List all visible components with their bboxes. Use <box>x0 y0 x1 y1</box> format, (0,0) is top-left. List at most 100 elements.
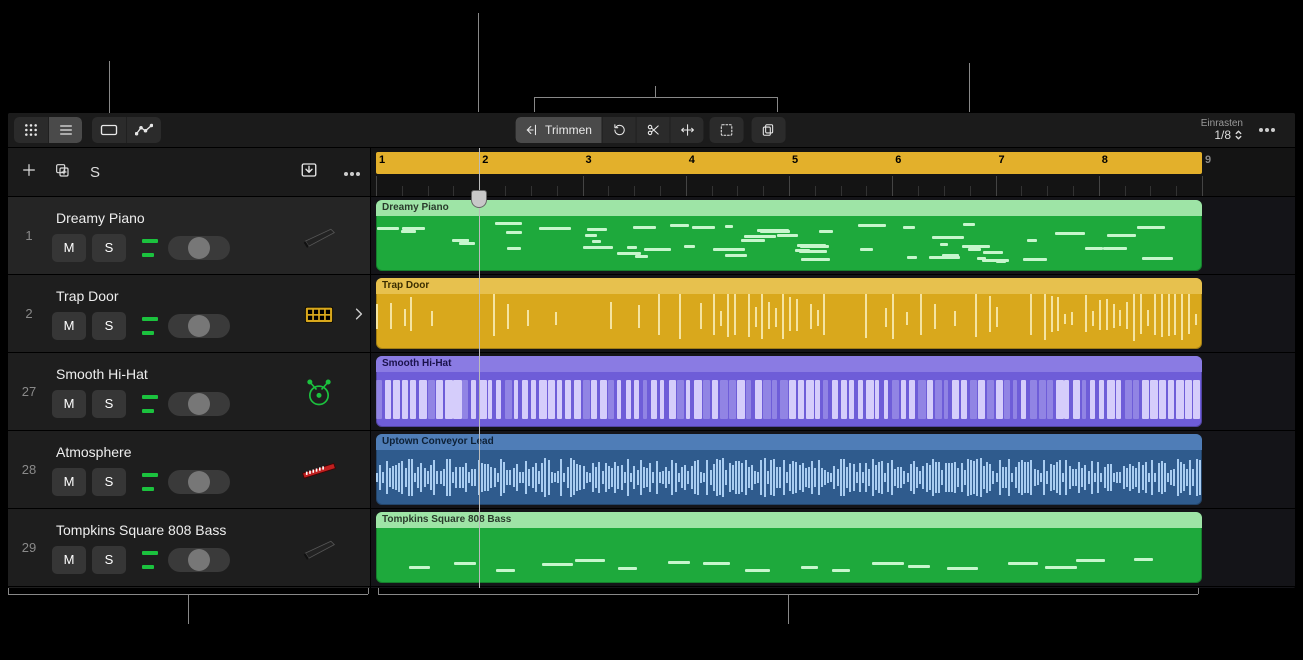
chevron-right-icon <box>354 306 364 322</box>
split-mode-button[interactable] <box>636 117 670 143</box>
track-disclosure[interactable] <box>348 275 370 352</box>
duplicate-icon <box>54 162 70 178</box>
track-header[interactable]: 29 Tompkins Square 808 Bass M S <box>8 509 370 587</box>
track-index: 28 <box>8 431 50 508</box>
view-tracklist-button[interactable] <box>48 117 82 143</box>
move-icon <box>680 123 694 137</box>
view-grid-button[interactable] <box>14 117 48 143</box>
loop-mode-button[interactable] <box>602 117 636 143</box>
track-instrument-icon[interactable] <box>290 353 348 430</box>
mute-button[interactable]: M <box>52 390 86 418</box>
callout-bracket <box>378 594 1198 595</box>
track-header-panel: S 1 Dreamy Piano M S <box>8 148 371 588</box>
solo-button[interactable]: S <box>92 468 126 496</box>
ruler-bar-label: 2 <box>482 154 488 166</box>
ruler[interactable]: 123456789 <box>371 148 1295 197</box>
mute-button[interactable]: M <box>52 234 86 262</box>
import-button[interactable] <box>300 161 318 184</box>
callout-bracket <box>777 97 778 112</box>
mute-button[interactable]: M <box>52 468 86 496</box>
level-meter <box>142 317 162 335</box>
toolbar-more-button[interactable] <box>1251 117 1283 143</box>
cycle-range[interactable] <box>376 152 1202 174</box>
marquee-tool-button[interactable] <box>710 117 744 143</box>
volume-slider[interactable] <box>168 392 230 416</box>
ruler-bar-label: 8 <box>1102 154 1108 166</box>
region[interactable]: Uptown Conveyor Lead <box>376 434 1202 505</box>
move-mode-button[interactable] <box>670 117 704 143</box>
solo-button[interactable]: S <box>92 546 126 574</box>
trim-label: Trimmen <box>545 123 592 137</box>
region-row[interactable]: Uptown Conveyor Lead <box>371 431 1295 509</box>
callout-bracket <box>534 97 535 112</box>
region[interactable]: Tompkins Square 808 Bass <box>376 512 1202 583</box>
track-name[interactable]: Dreamy Piano <box>50 210 290 226</box>
region-name: Trap Door <box>376 278 1202 294</box>
track-instrument-icon[interactable] <box>290 275 348 352</box>
playhead-grip[interactable] <box>471 190 487 208</box>
region-name: Smooth Hi-Hat <box>376 356 1202 372</box>
track-instrument-icon[interactable] <box>290 431 348 508</box>
track-name[interactable]: Trap Door <box>50 288 290 304</box>
ruler-bar-label: 4 <box>689 154 695 166</box>
snap-selector[interactable]: Einrasten 1/8 <box>1201 119 1243 141</box>
duplicate-track-button[interactable] <box>54 162 70 183</box>
view-automation-button[interactable] <box>126 117 161 143</box>
callout-line <box>969 63 970 112</box>
track-index: 1 <box>8 197 50 274</box>
region-row[interactable]: Dreamy Piano <box>371 197 1295 275</box>
callout-line <box>109 61 110 113</box>
region-row[interactable]: Trap Door <box>371 275 1295 353</box>
stepper-icon <box>1234 129 1243 141</box>
callout-bracket <box>788 594 789 624</box>
track-instrument-icon[interactable] <box>290 197 348 274</box>
callout-bracket <box>1198 588 1199 594</box>
scissors-icon <box>646 123 660 137</box>
mute-button[interactable]: M <box>52 546 86 574</box>
mute-button[interactable]: M <box>52 312 86 340</box>
callout-bracket <box>378 588 379 594</box>
callout-bracket <box>188 594 189 624</box>
level-meter <box>142 473 162 491</box>
track-disclosure[interactable] <box>348 353 370 430</box>
track-header[interactable]: 2 Trap Door M S <box>8 275 370 353</box>
volume-slider[interactable] <box>168 470 230 494</box>
track-disclosure[interactable] <box>348 431 370 508</box>
regions-area[interactable]: Dreamy Piano Trap Door Smooth Hi-Hat Uptown… <box>371 197 1295 587</box>
global-solo-button[interactable]: S <box>90 164 100 181</box>
playhead[interactable] <box>479 148 480 588</box>
volume-slider[interactable] <box>168 314 230 338</box>
level-meter <box>142 395 162 413</box>
track-instrument-icon[interactable] <box>290 509 348 586</box>
region-row[interactable]: Tompkins Square 808 Bass <box>371 509 1295 587</box>
volume-slider[interactable] <box>168 236 230 260</box>
arrange-area[interactable]: 123456789 Dreamy PianoTrap DoorSmooth Hi… <box>371 148 1295 588</box>
region[interactable]: Trap Door <box>376 278 1202 349</box>
view-region-button[interactable] <box>92 117 126 143</box>
add-track-button[interactable] <box>18 162 40 183</box>
track-name[interactable]: Atmosphere <box>50 444 290 460</box>
track-disclosure[interactable] <box>348 509 370 586</box>
trim-mode-button[interactable]: Trimmen <box>515 117 602 143</box>
track-name[interactable]: Smooth Hi-Hat <box>50 366 290 382</box>
track-header[interactable]: 1 Dreamy Piano M S <box>8 197 370 275</box>
track-header-more-button[interactable] <box>344 163 360 181</box>
region-row[interactable]: Smooth Hi-Hat <box>371 353 1295 431</box>
snap-value: 1/8 <box>1214 129 1231 141</box>
level-meter <box>142 551 162 569</box>
solo-button[interactable]: S <box>92 234 126 262</box>
volume-slider[interactable] <box>168 548 230 572</box>
ruler-bar-label: 3 <box>586 154 592 166</box>
solo-button[interactable]: S <box>92 390 126 418</box>
multi-select-button[interactable] <box>752 117 786 143</box>
track-header[interactable]: 28 Atmosphere M S <box>8 431 370 509</box>
region[interactable]: Smooth Hi-Hat <box>376 356 1202 427</box>
track-name[interactable]: Tompkins Square 808 Bass <box>50 522 290 538</box>
ruler-bar-label: 1 <box>379 154 385 166</box>
track-disclosure[interactable] <box>348 197 370 274</box>
callout-bracket <box>8 594 368 595</box>
track-header[interactable]: 27 Smooth Hi-Hat M S <box>8 353 370 431</box>
solo-button[interactable]: S <box>92 312 126 340</box>
region[interactable]: Dreamy Piano <box>376 200 1202 271</box>
copies-icon <box>762 123 776 137</box>
